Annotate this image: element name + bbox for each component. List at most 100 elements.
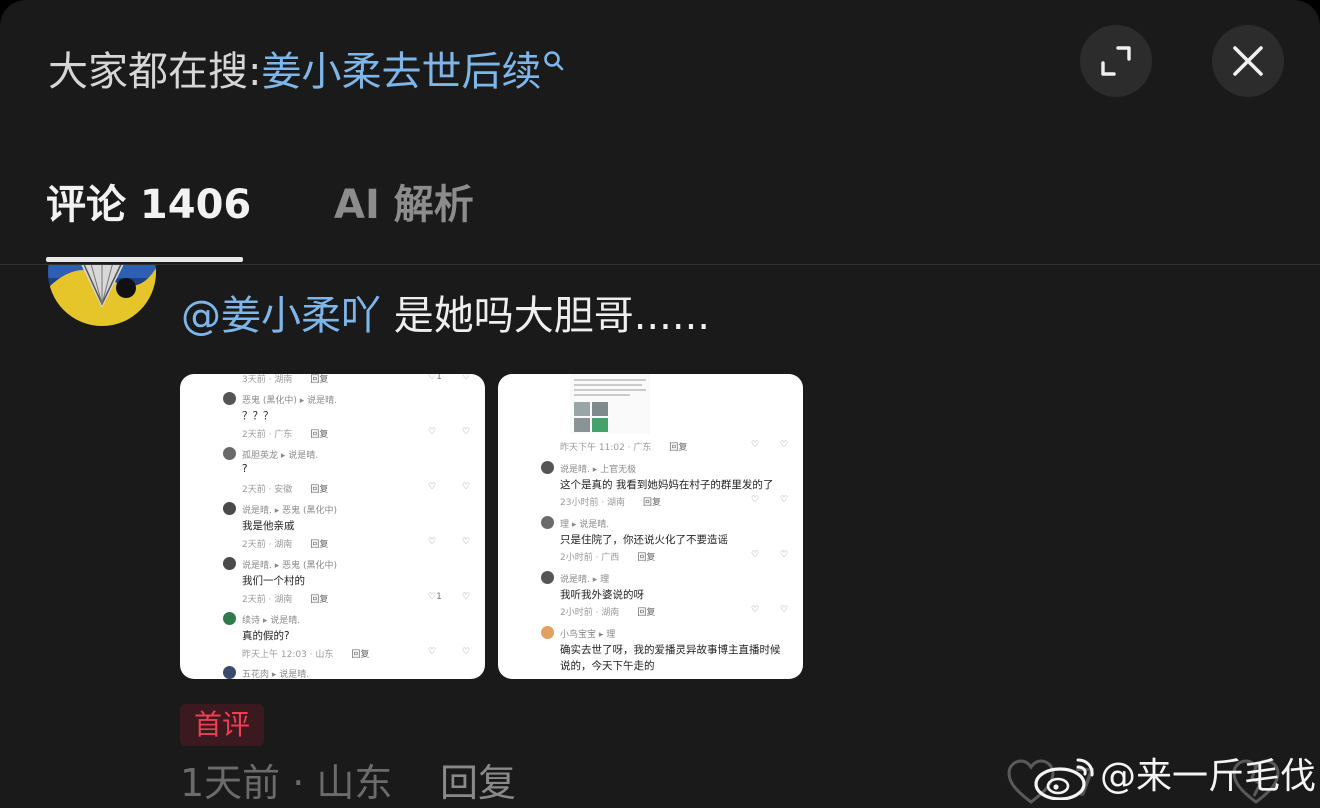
row-meta: 昨天上午 12:03 · 山东 [242, 650, 334, 660]
row-text: ？？？ [242, 410, 274, 422]
dislike-icon: ♡ [780, 440, 789, 450]
avatar [223, 502, 236, 515]
embedded-screenshot-thumbnail [570, 374, 650, 434]
expand-icon [1101, 46, 1131, 76]
list-item: 昨天下午 11:02 · 广东 回复 ♡ ♡ [498, 440, 803, 458]
row-reply: 回复 [669, 443, 688, 453]
active-tab-underline [46, 257, 243, 262]
expand-button[interactable] [1080, 25, 1152, 97]
row-likes: 1 [436, 592, 442, 602]
dislike-icon: ♡ [462, 647, 471, 657]
dislike-icon: ♡ [780, 605, 789, 615]
row-user: 续诗 ▸ 说是晴. [242, 616, 301, 626]
avatar [223, 612, 236, 625]
dislike-icon: ♡ [462, 482, 471, 492]
heart-icon: ♡ [428, 537, 437, 547]
row-reply: 回复 [637, 553, 656, 563]
heart-icon: ♡ [428, 427, 437, 437]
list-item: 小鸟宝宝 ▸ 理 确实去世了呀，我的爱播灵异故事博主直播时候 说的，今天下午走的 [498, 626, 803, 679]
heart-icon: ♡ [751, 550, 760, 560]
row-meta: 23小时前 · 湖南 [560, 498, 626, 508]
row-user: 说是晴. ▸ 上官无极 [560, 465, 637, 475]
row-user: 说是晴. ▸ 恶鬼 (黑化中) [242, 561, 337, 571]
trending-prefix: 大家都在搜: [48, 49, 262, 95]
row-user: 孤胆英龙 ▸ 说是晴. [242, 451, 319, 461]
close-button[interactable] [1212, 25, 1284, 97]
row-reply: 回复 [643, 498, 662, 508]
comments-sheet: 大家都在搜:姜小柔去世后续 评论 1406 AI 解析 @姜小柔吖 是她吗大胆哥… [0, 0, 1320, 808]
row-meta: 2小时前 · 湖南 [560, 608, 620, 618]
row-reply: 回复 [351, 650, 370, 660]
row-reply: 回复 [310, 430, 329, 440]
row-text: 只是住院了，你还说火化了不要造谣 [560, 534, 728, 546]
dislike-icon: ♡ [780, 550, 789, 560]
row-text: 确实去世了呀，我的爱播灵异故事博主直播时候 [560, 644, 781, 656]
row-meta: 2天前 · 湖南 [242, 540, 293, 550]
row-reply: 回复 [310, 595, 329, 605]
list-item: 五花肉 ▸ 说是晴. [180, 666, 485, 679]
comment-image-2[interactable]: 昨天下午 11:02 · 广东 回复 ♡ ♡ 说是晴. ▸ 上官无极 这个是真的 … [498, 374, 803, 679]
heart-icon: ♡ [751, 495, 760, 505]
comment-image-1[interactable]: 3天前 · 湖南 回复 ♡1 ♡ 恶鬼 (黑化中) ▸ 说是晴. ？？？ 2天前 … [180, 374, 485, 679]
row-text: 真的假的? [242, 630, 290, 642]
row-reply: 回复 [310, 375, 329, 385]
list-item: 续诗 ▸ 说是晴. 真的假的? 昨天上午 12:03 · 山东 回复 ♡ ♡ [180, 612, 485, 666]
row-text: ? [242, 463, 248, 475]
avatar [541, 461, 554, 474]
trending-query-link[interactable]: 姜小柔去世后续 [261, 49, 541, 95]
row-reply: 回复 [310, 485, 329, 495]
row-text-continued: 说的，今天下午走的 [560, 660, 655, 672]
avatar [223, 666, 236, 679]
row-user: 说是晴. ▸ 恶鬼 (黑化中) [242, 506, 337, 516]
row-user: 说是晴. ▸ 理 [560, 575, 610, 585]
row-user: 理 ▸ 说是晴. [560, 520, 610, 530]
avatar [223, 392, 236, 405]
heart-icon: ♡ [428, 647, 437, 657]
row-text: 这个是真的 我看到她妈妈在村子的群里发的了 [560, 479, 774, 491]
weibo-logo-icon [1032, 756, 1096, 804]
heart-icon: ♡ [751, 440, 760, 450]
reply-button[interactable]: 回复 [440, 758, 516, 808]
avatar [541, 516, 554, 529]
row-text: 我是他亲戚 [242, 520, 295, 532]
heart-icon: ♡1 [428, 592, 442, 602]
watermark: @来一斤毛伐 [1100, 756, 1317, 797]
row-reply: 回复 [637, 608, 656, 618]
avatar [541, 626, 554, 639]
list-item: 说是晴. ▸ 理 我听我外婆说的呀 2小时前 · 湖南 回复 ♡ ♡ [498, 571, 803, 625]
row-user: 五花肉 ▸ 说是晴. [242, 670, 310, 679]
dislike-icon: ♡ [462, 427, 471, 437]
heart-icon: ♡ [428, 482, 437, 492]
row-text: 我听我外婆说的呀 [560, 589, 644, 601]
row-meta: 2天前 · 广东 [242, 430, 293, 440]
avatar [541, 571, 554, 584]
first-comment-badge: 首评 [180, 704, 264, 746]
heart-icon: ♡ [751, 605, 760, 615]
comment-meta: 1天前 · 山东 [180, 761, 393, 805]
dislike-icon: ♡ [780, 495, 789, 505]
comment-text: 是她吗大胆哥...... [381, 293, 711, 339]
search-icon [543, 50, 565, 78]
list-item: 3天前 · 湖南 回复 ♡1 ♡ [180, 374, 485, 390]
row-user: 小鸟宝宝 ▸ 理 [560, 630, 616, 640]
mention-link[interactable]: @姜小柔吖 [181, 293, 381, 339]
row-user: 恶鬼 (黑化中) ▸ 说是晴. [242, 396, 337, 406]
heart-icon: ♡1 [428, 374, 442, 382]
row-meta: 2小时前 · 广西 [560, 553, 620, 563]
avatar [223, 557, 236, 570]
dislike-icon: ♡ [462, 537, 471, 547]
row-meta: 2天前 · 安徽 [242, 485, 293, 495]
tab-comments-label[interactable]: 评论 1406 [46, 180, 251, 230]
dislike-icon: ♡ [462, 374, 471, 382]
trending-search-header[interactable]: 大家都在搜:姜小柔去世后续 [48, 44, 565, 100]
close-icon [1233, 46, 1263, 76]
row-reply: 回复 [310, 540, 329, 550]
row-meta: 昨天下午 11:02 · 广东 [560, 443, 652, 453]
list-item: 说是晴. ▸ 恶鬼 (黑化中) 我是他亲戚 2天前 · 湖南 回复 ♡ ♡ [180, 502, 485, 556]
list-item: 说是晴. ▸ 恶鬼 (黑化中) 我们一个村的 2天前 · 湖南 回复 ♡1 ♡ [180, 557, 485, 611]
list-item: 理 ▸ 说是晴. 只是住院了，你还说火化了不要造谣 2小时前 · 广西 回复 ♡ … [498, 516, 803, 570]
tab-ai-analysis-label[interactable]: AI 解析 [334, 180, 474, 230]
list-item: 孤胆英龙 ▸ 说是晴. ? 2天前 · 安徽 回复 ♡ ♡ [180, 447, 485, 501]
row-likes: 1 [436, 374, 442, 382]
row-text: 我们一个村的 [242, 575, 305, 587]
